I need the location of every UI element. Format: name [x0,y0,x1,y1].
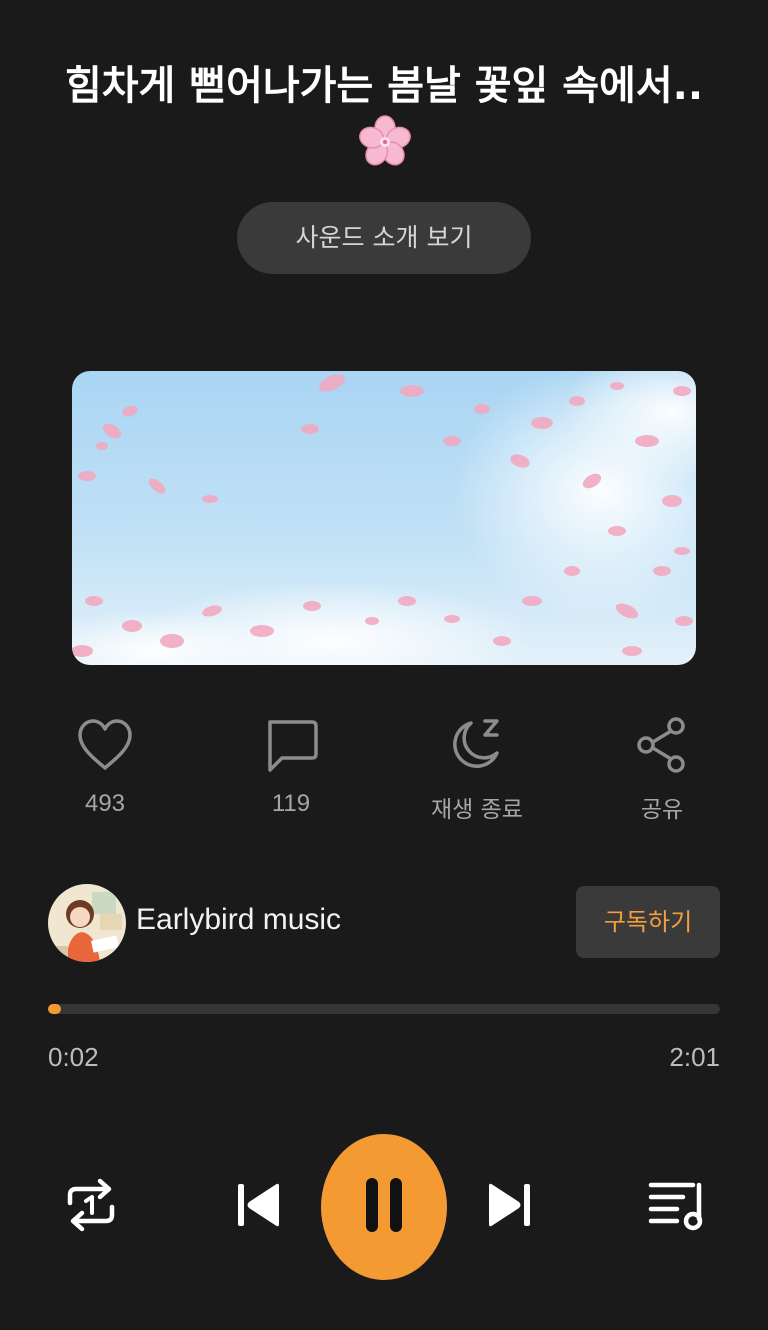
share-label: 공유 [640,797,684,823]
total-time: 2:01 [669,1042,720,1072]
like-button[interactable]: 493 [25,712,185,818]
repeat-one-icon [62,1177,120,1237]
channel-avatar[interactable] [48,884,126,962]
next-button[interactable] [484,1182,534,1232]
moon-sleep-icon [397,712,557,778]
channel-name[interactable]: Earlybird music [136,903,341,937]
cherry-blossom-icon [358,114,412,183]
track-title: 힘차게 뻗어나가는 봄날 꽃잎 속에서.. [60,58,708,183]
progress-bar[interactable] [48,1004,720,1014]
skip-next-icon [485,1182,533,1232]
skip-previous-icon [235,1182,283,1232]
previous-button[interactable] [234,1182,284,1232]
pause-icon [364,1176,404,1238]
repeat-one-button[interactable] [60,1178,122,1236]
subscribe-button[interactable]: 구독하기 [576,886,720,958]
playback-controls [0,1134,768,1280]
sound-intro-button[interactable]: 사운드 소개 보기 [237,202,531,274]
channel-row: Earlybird music 구독하기 [48,883,720,962]
progress-fill [48,1004,62,1014]
cover-artwork [72,371,696,665]
heart-icon [25,712,185,778]
pause-button[interactable] [321,1134,447,1280]
action-row: 493 119 재생 종료 공유 [0,712,768,832]
playlist-icon [647,1179,705,1235]
share-icon [582,712,742,778]
comment-button[interactable]: 119 [211,712,371,818]
current-time: 0:02 [48,1042,99,1072]
like-count: 493 [84,790,126,817]
sleep-timer-label: 재생 종료 [431,797,523,823]
sleep-timer-button[interactable]: 재생 종료 [397,712,557,824]
playlist-button[interactable] [646,1180,706,1234]
track-title-text: 힘차게 뻗어나가는 봄날 꽃잎 속에서.. [64,63,704,109]
comment-icon [211,712,371,778]
share-button[interactable]: 공유 [582,712,742,824]
comment-count: 119 [271,790,311,817]
